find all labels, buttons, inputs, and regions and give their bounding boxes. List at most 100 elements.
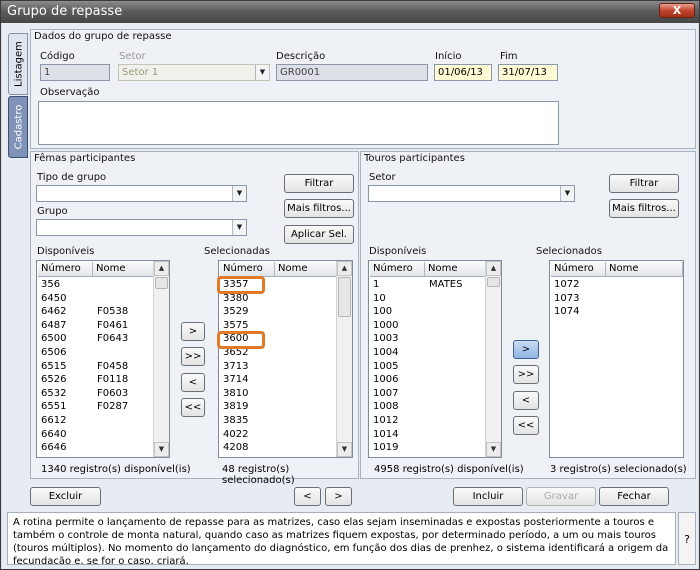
next-button[interactable]: > xyxy=(325,487,352,506)
list-item[interactable]: 6646 xyxy=(38,441,148,455)
close-button[interactable]: X xyxy=(659,3,695,18)
list-item[interactable]: 356 xyxy=(38,278,148,292)
touros-remove-all-button[interactable]: << xyxy=(513,416,539,435)
col-numero-header[interactable]: Número xyxy=(370,262,425,277)
list-item[interactable]: 6532 F0603 xyxy=(38,387,148,401)
femeas-add-button[interactable]: > xyxy=(181,322,205,341)
aplicar-sel-button[interactable]: Aplicar Sel. xyxy=(284,225,354,244)
list-item[interactable]: 1006 xyxy=(370,373,480,387)
col-nome-header[interactable]: Nome xyxy=(275,262,337,277)
list-item[interactable]: 1072 xyxy=(551,278,661,292)
scroll-up-icon[interactable]: ▲ xyxy=(486,261,501,276)
scroll-thumb[interactable] xyxy=(487,277,500,287)
scrollbar[interactable]: ▲ ▼ xyxy=(485,261,501,457)
touros-setor-select[interactable]: ▼ xyxy=(368,185,575,202)
observacao-field[interactable] xyxy=(38,101,559,145)
touros-disponiveis-list[interactable]: Número Nome 1 MATES 10 100 1000 1003 1004 1005 1… xyxy=(368,260,502,458)
touros-filtrar-button[interactable]: Filtrar xyxy=(609,174,679,193)
col-nome-header[interactable]: Nome xyxy=(606,262,683,277)
list-item[interactable]: 3529 xyxy=(220,305,330,319)
scroll-up-icon[interactable]: ▲ xyxy=(154,261,169,276)
scrollbar[interactable]: ▲ ▼ xyxy=(336,261,352,457)
list-item[interactable]: 6487 F0461 xyxy=(38,319,148,333)
tab-cadastro[interactable]: Cadastro xyxy=(8,96,28,158)
tipo-grupo-select[interactable]: ▼ xyxy=(36,185,247,202)
list-item[interactable]: 6506 xyxy=(38,346,148,360)
list-item[interactable]: 1008 xyxy=(370,400,480,414)
fechar-button[interactable]: Fechar xyxy=(599,487,669,506)
help-button[interactable]: ? xyxy=(678,512,696,565)
excluir-button[interactable]: Excluir xyxy=(30,487,101,506)
list-item[interactable]: 3714 xyxy=(220,373,330,387)
list-item[interactable]: 1004 xyxy=(370,346,480,360)
list-item[interactable]: 4022 xyxy=(220,428,330,442)
touros-remove-button[interactable]: < xyxy=(513,391,539,410)
codigo-field[interactable]: 1 xyxy=(40,64,110,81)
chevron-down-icon[interactable]: ▼ xyxy=(232,220,246,235)
chevron-down-icon[interactable]: ▼ xyxy=(560,186,574,201)
femeas-filtrar-button[interactable]: Filtrar xyxy=(284,174,354,193)
list-item[interactable]: 3810 xyxy=(220,387,330,401)
scroll-down-icon[interactable]: ▼ xyxy=(337,442,352,457)
list-item[interactable]: 6612 xyxy=(38,414,148,428)
list-item[interactable]: 6500 F0643 xyxy=(38,332,148,346)
list-item[interactable]: 1007 xyxy=(370,387,480,401)
list-item[interactable]: 6462 F0538 xyxy=(38,305,148,319)
col-numero-header[interactable]: Número xyxy=(220,262,275,277)
descricao-field[interactable]: GR0001 xyxy=(276,64,428,81)
col-numero-header[interactable]: Número xyxy=(551,262,606,277)
chevron-down-icon[interactable]: ▼ xyxy=(255,65,269,80)
list-item[interactable]: 1003 xyxy=(370,332,480,346)
list-item[interactable]: 3835 xyxy=(220,414,330,428)
list-item[interactable]: 6526 F0118 xyxy=(38,373,148,387)
cell-numero: 3529 xyxy=(223,306,249,318)
scroll-up-icon[interactable]: ▲ xyxy=(337,261,352,276)
list-item[interactable]: 1012 xyxy=(370,414,480,428)
list-item[interactable]: 1074 xyxy=(551,305,661,319)
col-nome-header[interactable]: Nome xyxy=(425,262,486,277)
scroll-down-icon[interactable]: ▼ xyxy=(486,442,501,457)
femeas-add-all-button[interactable]: >> xyxy=(181,347,205,366)
list-item[interactable]: 1005 xyxy=(370,360,480,374)
femeas-mais-filtros-button[interactable]: Mais filtros... xyxy=(284,199,354,218)
list-item[interactable]: 3819 xyxy=(220,400,330,414)
list-item[interactable]: 4208 xyxy=(220,441,330,455)
list-item[interactable]: 6515 F0458 xyxy=(38,360,148,374)
fim-field[interactable]: 31/07/13 xyxy=(498,64,558,81)
touros-add-all-button[interactable]: >> xyxy=(513,365,539,384)
col-nome-header[interactable]: Nome xyxy=(93,262,154,277)
gravar-button[interactable]: Gravar xyxy=(526,487,596,506)
list-item[interactable]: 1019 xyxy=(370,441,480,455)
list-item[interactable]: 1000 xyxy=(370,319,480,333)
incluir-button[interactable]: Incluir xyxy=(453,487,523,506)
setor-select[interactable]: Setor 1 ▼ xyxy=(118,64,270,81)
grupo-select[interactable]: ▼ xyxy=(36,219,247,236)
list-item[interactable]: 1 MATES xyxy=(370,278,480,292)
tab-listagem[interactable]: Listagem xyxy=(8,33,28,95)
list-item[interactable]: 6551 F0287 xyxy=(38,400,148,414)
scrollbar[interactable]: ▲ ▼ xyxy=(153,261,169,457)
list-item[interactable]: 6640 xyxy=(38,428,148,442)
touros-mais-filtros-button[interactable]: Mais filtros... xyxy=(609,199,679,218)
scroll-down-icon[interactable]: ▼ xyxy=(154,442,169,457)
femeas-disponiveis-list[interactable]: Número Nome 356 6450 6462 F0538 6487 F0461 650… xyxy=(36,260,170,458)
scroll-thumb[interactable] xyxy=(338,277,351,317)
touros-selecionados-list[interactable]: Número Nome 1072 1073 1074 xyxy=(549,260,684,458)
help-description: A rotina permite o lançamento de repasse… xyxy=(7,512,676,565)
chevron-down-icon[interactable]: ▼ xyxy=(232,186,246,201)
list-item[interactable]: 1073 xyxy=(551,292,661,306)
list-item[interactable]: 6450 xyxy=(38,292,148,306)
femeas-panel: Fêmas participantes Tipo de grupo ▼ Grup… xyxy=(30,151,359,486)
prev-button[interactable]: < xyxy=(294,487,321,506)
list-item[interactable]: 10 xyxy=(370,292,480,306)
femeas-remove-all-button[interactable]: << xyxy=(181,398,205,417)
list-item[interactable]: 100 xyxy=(370,305,480,319)
inicio-field[interactable]: 01/06/13 xyxy=(434,64,492,81)
scroll-thumb[interactable] xyxy=(155,277,168,289)
title-bar[interactable]: Grupo de repasse X xyxy=(1,1,699,23)
list-item[interactable]: 1014 xyxy=(370,428,480,442)
col-numero-header[interactable]: Número xyxy=(38,262,93,277)
femeas-remove-button[interactable]: < xyxy=(181,373,205,392)
touros-add-button[interactable]: > xyxy=(513,340,539,359)
list-item[interactable]: 3713 xyxy=(220,360,330,374)
